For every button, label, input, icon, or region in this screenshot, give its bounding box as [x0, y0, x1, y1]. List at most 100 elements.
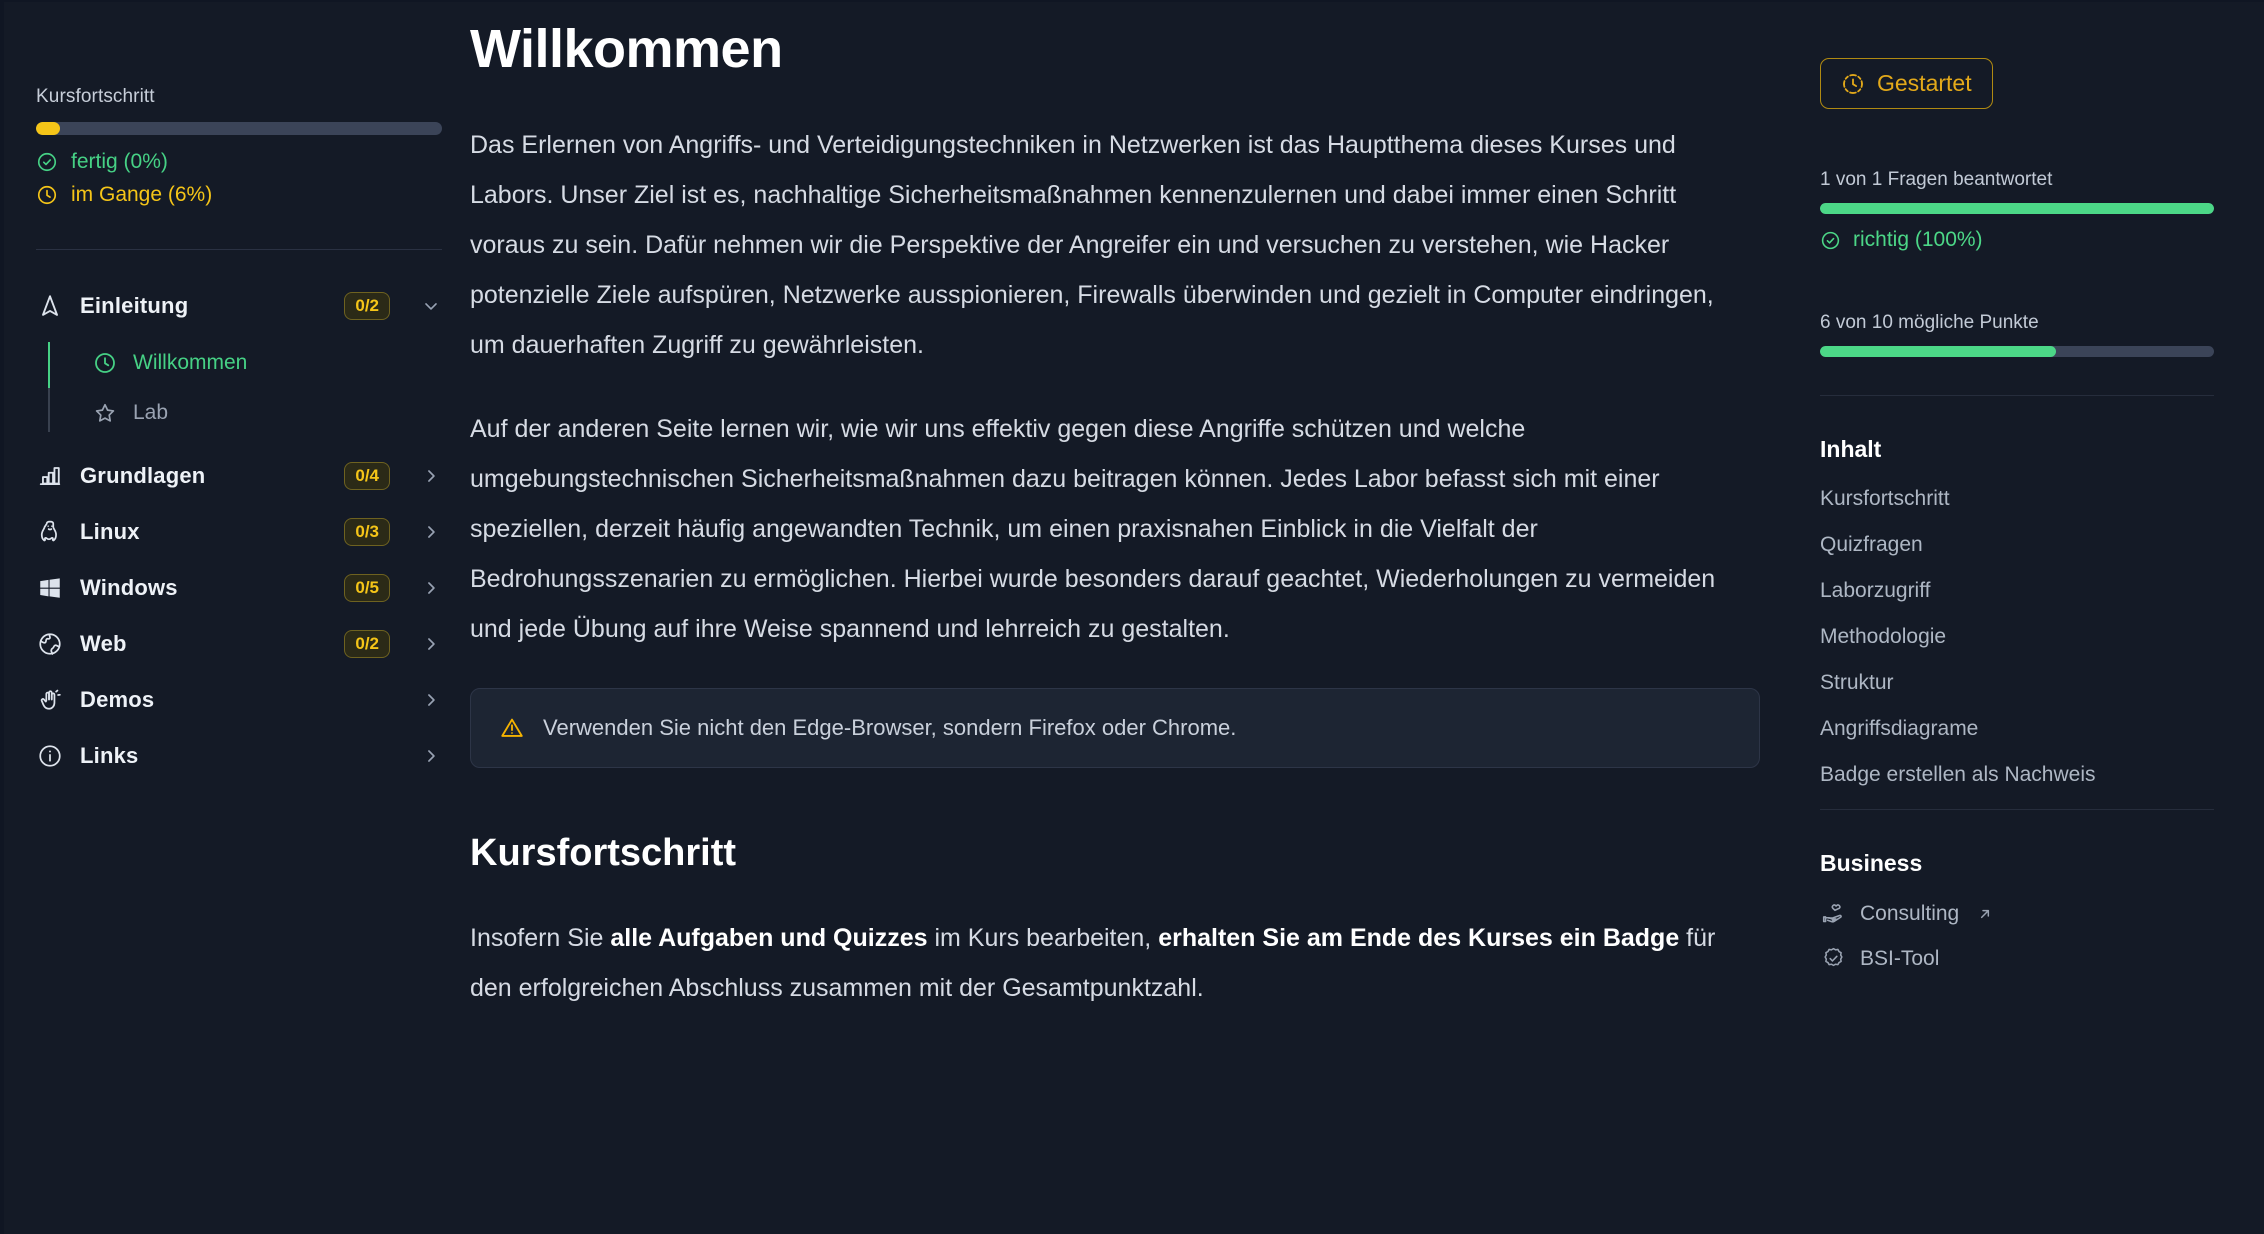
kursfortschritt-paragraph: Insofern Sie alle Aufgaben und Quizzes i… [470, 913, 1750, 1013]
clock-icon [92, 350, 118, 376]
info-circle-icon [36, 742, 64, 770]
navigation-arrow-icon [36, 292, 64, 320]
waving-hand-icon [36, 686, 64, 714]
check-circle-icon [1820, 230, 1841, 251]
course-progress-label: Kursfortschritt [36, 86, 155, 107]
sidebar-item-label: Grundlagen [80, 463, 206, 488]
sidebar-item-count: 0/2 [344, 292, 390, 320]
chevron-right-icon[interactable] [420, 466, 442, 486]
chevron-right-icon[interactable] [420, 634, 442, 654]
sidebar-item-count: 0/2 [344, 630, 390, 658]
questions-progress-bar [1820, 203, 2214, 214]
toc-item[interactable]: Angriffsdiagrame [1820, 717, 2214, 741]
window-top-edge [0, 0, 2264, 2]
questions-correct-row: richtig (100%) [1820, 228, 2214, 252]
sidebar-item-windows[interactable]: Windows 0/5 [36, 560, 442, 616]
business-link-consulting[interactable]: Consulting [1820, 901, 2214, 926]
status-badge-label: Gestartet [1877, 70, 1972, 96]
left-sidebar: Kursfortschritt fertig (0%) im Gange (6%… [0, 0, 470, 1234]
main-content: Willkommen Das Erlernen von Angriffs- un… [470, 0, 1820, 1234]
course-progress-inprogress: im Gange (6%) [36, 183, 442, 207]
sidebar-item-lab[interactable]: Lab [70, 388, 442, 438]
sidebar-item-label: Linux [80, 519, 140, 544]
kf-text-2: im Kurs bearbeiten, [927, 924, 1159, 952]
windows-logo-icon [36, 574, 64, 602]
course-progress-inprogress-label: im Gange (6%) [71, 183, 213, 206]
sidebar-item-label: Windows [80, 575, 178, 600]
points-label: 6 von 10 mögliche Punkte [1820, 312, 2039, 333]
globe-icon [36, 630, 64, 658]
toc-item[interactable]: Struktur [1820, 671, 2214, 695]
browser-warning-text: Verwenden Sie nicht den Edge-Browser, so… [543, 715, 1237, 740]
toc-list: Kursfortschritt Quizfragen Laborzugriff … [1820, 487, 2214, 787]
section-title-kursfortschritt: Kursfortschritt [470, 832, 737, 874]
verified-badge-icon [1820, 946, 1846, 971]
right-divider-1 [1820, 395, 2214, 396]
status-badge[interactable]: Gestartet [1820, 58, 1993, 109]
sidebar-item-demos[interactable]: Demos [36, 672, 442, 728]
sidebar-item-web[interactable]: Web 0/2 [36, 616, 442, 672]
course-navigation: Einleitung 0/2 Willkommen Lab Grundlagen… [36, 278, 442, 784]
course-progress-fill [36, 122, 61, 135]
sidebar-left-edge [0, 0, 4, 1234]
chevron-right-icon[interactable] [420, 578, 442, 598]
sidebar-divider [36, 249, 442, 250]
toc-item[interactable]: Kursfortschritt [1820, 487, 2214, 511]
right-sidebar: Gestartet 1 von 1 Fragen beantwortet ric… [1820, 0, 2264, 1234]
questions-progress-fill [1820, 203, 2214, 214]
sidebar-item-willkommen[interactable]: Willkommen [70, 338, 442, 388]
questions-answered-label: 1 von 1 Fragen beantwortet [1820, 169, 2053, 190]
page-title: Willkommen [470, 19, 783, 79]
sidebar-subitems-einleitung: Willkommen Lab [48, 338, 442, 438]
toc-item[interactable]: Methodologie [1820, 625, 2214, 649]
business-link-label: Consulting [1860, 901, 1960, 925]
kf-text-1: Insofern Sie [470, 924, 611, 952]
sidebar-item-label: Demos [80, 687, 155, 712]
business-link-label: BSI-Tool [1860, 946, 1940, 970]
sidebar-item-count: 0/5 [344, 574, 390, 602]
chevron-right-icon[interactable] [420, 746, 442, 766]
course-progress-done-label: fertig (0%) [71, 150, 168, 173]
points-progress-bar [1820, 346, 2214, 357]
toc-item[interactable]: Quizfragen [1820, 533, 2214, 557]
toc-heading: Inhalt [1820, 436, 1882, 462]
sidebar-subitem-label: Lab [133, 401, 169, 424]
right-divider-2 [1820, 809, 2214, 810]
sidebar-item-linux[interactable]: Linux 0/3 [36, 504, 442, 560]
subitem-active-indicator [48, 342, 50, 388]
chevron-right-icon[interactable] [420, 522, 442, 542]
sidebar-item-label: Web [80, 631, 127, 656]
intro-paragraph-1: Das Erlernen von Angriffs- und Verteidig… [470, 131, 1714, 359]
kf-bold-2: erhalten Sie am Ende des Kurses ein Badg… [1158, 924, 1680, 952]
course-page: Kursfortschritt fertig (0%) im Gange (6%… [0, 0, 2264, 1234]
warning-triangle-icon [499, 715, 525, 741]
toc-item[interactable]: Laborzugriff [1820, 579, 2214, 603]
clock-icon [36, 184, 58, 206]
business-heading: Business [1820, 850, 1923, 876]
sidebar-item-count: 0/3 [344, 518, 390, 546]
toc-item[interactable]: Badge erstellen als Nachweis [1820, 763, 2214, 787]
course-progress-done: fertig (0%) [36, 150, 442, 174]
sidebar-item-links[interactable]: Links [36, 728, 442, 784]
chevron-right-icon[interactable] [420, 690, 442, 710]
check-circle-icon [36, 151, 58, 173]
course-progress-bar [36, 122, 442, 135]
sidebar-item-grundlagen[interactable]: Grundlagen 0/4 [36, 448, 442, 504]
sidebar-item-label: Einleitung [80, 293, 189, 318]
intro-paragraph-2: Auf der anderen Seite lernen wir, wie wi… [470, 415, 1716, 643]
sidebar-item-einleitung[interactable]: Einleitung 0/2 [36, 278, 442, 334]
chevron-down-icon[interactable] [420, 296, 442, 316]
sidebar-item-count: 0/4 [344, 462, 390, 490]
bar-chart-icon [36, 462, 64, 490]
external-link-icon [1977, 906, 1993, 922]
sidebar-subitem-label: Willkommen [133, 351, 248, 374]
points-progress-fill [1820, 346, 2057, 357]
dashed-clock-icon [1841, 72, 1865, 96]
business-link-bsi-tool[interactable]: BSI-Tool [1820, 946, 2214, 971]
sidebar-item-label: Links [80, 743, 139, 768]
questions-correct-label: richtig (100%) [1853, 228, 1983, 251]
kf-bold-1: alle Aufgaben und Quizzes [610, 924, 928, 952]
browser-warning-callout: Verwenden Sie nicht den Edge-Browser, so… [470, 688, 1760, 768]
star-icon [92, 400, 118, 426]
hand-heart-icon [1820, 901, 1846, 926]
